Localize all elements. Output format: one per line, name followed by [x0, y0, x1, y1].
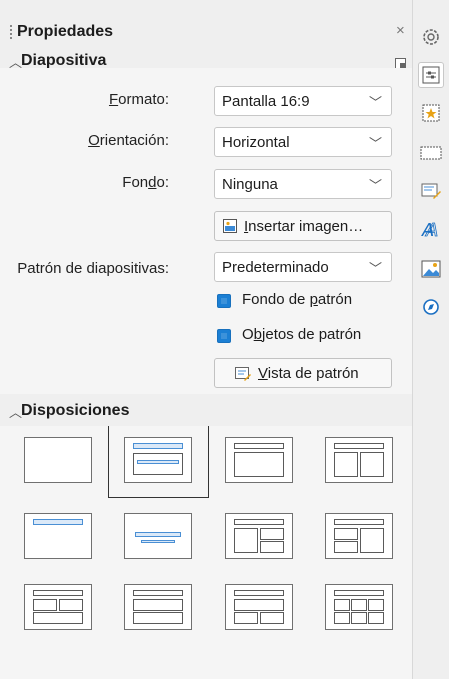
- chevron-down-icon: ﹀: [368, 136, 382, 151]
- background-label: Fondo:: [122, 174, 169, 191]
- format-value: Pantalla 16:9: [222, 93, 310, 110]
- layout-title-2-content-over-content[interactable]: [24, 584, 92, 630]
- chevron-down-icon: ﹀: [368, 95, 382, 110]
- layout-title-content-over-2-content[interactable]: [225, 584, 293, 630]
- sidebar-tabbar: AA: [412, 0, 449, 679]
- master-background-checkbox[interactable]: [217, 294, 231, 308]
- orientation-label: Orientación:: [88, 132, 169, 149]
- styles-icon[interactable]: AA: [418, 216, 444, 242]
- master-objects-label: Objetos de patrón: [242, 326, 362, 343]
- animation-icon[interactable]: [418, 140, 444, 166]
- navigator-icon[interactable]: [418, 294, 444, 320]
- chevron-down-icon: ﹀: [368, 178, 382, 193]
- master-slides-icon[interactable]: [418, 178, 444, 204]
- master-view-button[interactable]: Vista de patrón: [214, 358, 392, 388]
- layout-title-content[interactable]: [124, 437, 192, 483]
- layout-title-only[interactable]: [24, 513, 92, 559]
- svg-text:A: A: [425, 220, 438, 241]
- close-button[interactable]: ×: [396, 22, 405, 39]
- master-view-icon: [235, 367, 251, 381]
- layout-blank[interactable]: [24, 437, 92, 483]
- section-title: Disposiciones: [21, 402, 130, 419]
- orientation-select[interactable]: Horizontal ﹀: [214, 127, 392, 157]
- master-value: Predeterminado: [222, 259, 329, 276]
- background-select[interactable]: Ninguna ﹀: [214, 169, 392, 199]
- background-value: Ninguna: [222, 176, 278, 193]
- orientation-value: Horizontal: [222, 134, 290, 151]
- gallery-icon[interactable]: [418, 256, 444, 282]
- slide-transition-icon[interactable]: [418, 100, 444, 126]
- properties-icon[interactable]: [418, 62, 444, 88]
- layout-title-content-2-content[interactable]: [325, 513, 393, 559]
- insert-image-button[interactable]: Insertar imagen…: [214, 211, 392, 241]
- master-background-label: Fondo de patrón: [242, 291, 353, 308]
- layouts-section-header[interactable]: ︿ Disposiciones: [0, 402, 412, 424]
- chevron-down-icon: ﹀: [368, 261, 382, 276]
- image-icon: [223, 219, 237, 233]
- format-select[interactable]: Pantalla 16:9 ﹀: [214, 86, 392, 116]
- layout-title-2-content-content[interactable]: [225, 513, 293, 559]
- format-label: Formato:: [108, 91, 169, 108]
- master-objects-checkbox[interactable]: [217, 329, 231, 343]
- panel-title: Propiedades: [17, 23, 114, 40]
- master-select[interactable]: Predeterminado ﹀: [214, 252, 392, 282]
- layout-title-2-content[interactable]: [325, 437, 393, 483]
- layout-title-6-content[interactable]: [325, 584, 393, 630]
- layout-title-content-over-content[interactable]: [124, 584, 192, 630]
- layout-centered-text[interactable]: [124, 513, 192, 559]
- grip-handle[interactable]: [10, 25, 12, 41]
- layout-title-content-2[interactable]: [225, 437, 293, 483]
- properties-panel: Propiedades × ︿ Diapositiva Formato: Pan…: [0, 0, 412, 679]
- panel-header: Propiedades ×: [0, 20, 412, 46]
- settings-icon[interactable]: [418, 24, 444, 50]
- master-label: Patrón de diapositivas:: [17, 260, 169, 277]
